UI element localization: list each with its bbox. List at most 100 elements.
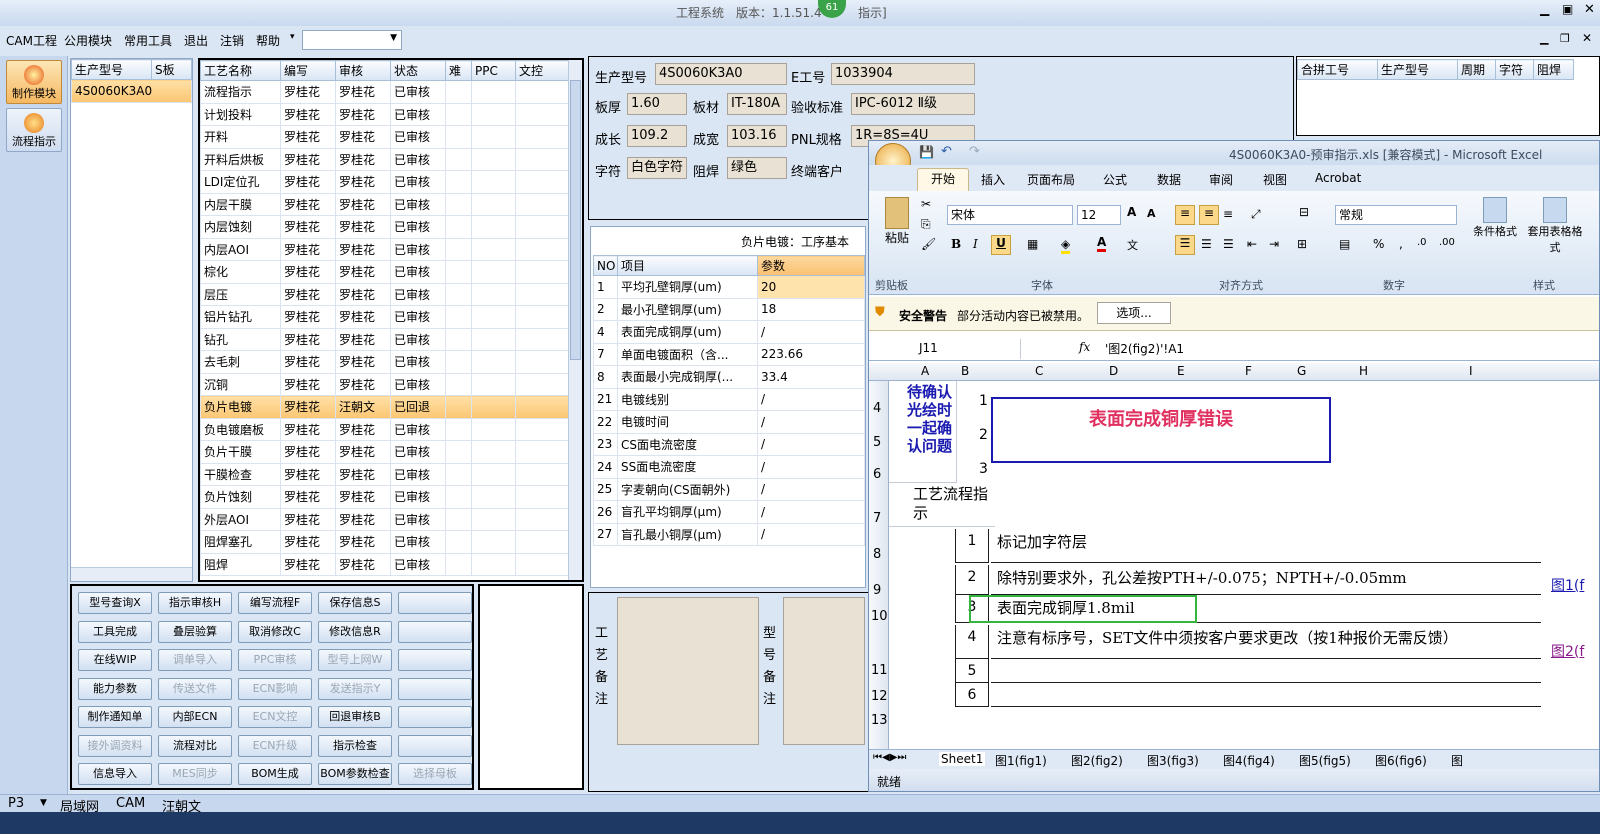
menu-logout[interactable]: 注销 xyxy=(220,32,244,49)
col-d[interactable]: D xyxy=(1109,364,1118,378)
step-text[interactable] xyxy=(991,683,1541,707)
char-field[interactable]: 白色字符 xyxy=(627,157,687,179)
step-number[interactable]: 1 xyxy=(955,529,989,563)
tab-review[interactable]: 审阅 xyxy=(1209,171,1233,188)
sheet-tab[interactable]: 图 xyxy=(1451,752,1463,769)
col-status[interactable]: 状态 xyxy=(390,60,446,81)
fill-color-icon[interactable]: ◈ xyxy=(1061,237,1071,254)
process-row[interactable]: 内层蚀刻 罗桂花 罗桂花 已审核 xyxy=(200,215,570,239)
step-text[interactable]: 标记加字符层 xyxy=(991,529,1541,563)
param-row[interactable]: 8 表面最小完成铜厚(... 33.4 xyxy=(593,365,865,389)
maximize-icon[interactable]: ▣ xyxy=(1562,2,1573,16)
cut-icon[interactable]: ✂ xyxy=(921,197,931,211)
col-s-board[interactable]: S板 xyxy=(151,59,192,80)
action-button[interactable]: 制作通知单 xyxy=(78,706,152,728)
sheet-tab[interactable]: 图6(fig6) xyxy=(1375,752,1427,769)
param-row[interactable]: 23 CS面电流密度 / xyxy=(593,432,865,456)
menu-more-icon[interactable]: ▾ xyxy=(290,32,295,42)
tab-view[interactable]: 视图 xyxy=(1263,171,1287,188)
align-top-icon[interactable]: ≡ xyxy=(1175,205,1195,225)
action-button[interactable]: ECN影响 xyxy=(238,677,312,700)
align-bottom-icon[interactable]: ≡ xyxy=(1223,207,1233,221)
action-button[interactable]: 修改信息R xyxy=(318,620,392,643)
row-10[interactable]: 10 xyxy=(871,609,888,624)
action-button[interactable]: 指示检查 xyxy=(318,734,392,757)
action-button[interactable]: 选择母板 xyxy=(398,763,472,785)
col-a[interactable]: A xyxy=(921,364,929,378)
orientation-icon[interactable]: ⤢ xyxy=(1251,207,1261,222)
nav-make-module[interactable]: 制作模块 xyxy=(6,60,62,104)
col-ppc[interactable]: PPC xyxy=(471,60,516,81)
sheet-tab[interactable]: 图5(fig5) xyxy=(1299,752,1351,769)
tab-insert[interactable]: 插入 xyxy=(981,171,1005,188)
confirm-cell[interactable]: 待确认光绘时一起确认问题 xyxy=(889,381,957,483)
step-number[interactable]: 5 xyxy=(955,659,989,683)
fx-icon[interactable]: fx xyxy=(1079,340,1090,354)
tab-home[interactable]: 开始 xyxy=(917,168,969,191)
action-button[interactable]: 编写流程F xyxy=(238,592,312,614)
security-options-button[interactable]: 选项... xyxy=(1097,302,1171,324)
tab-acrobat[interactable]: Acrobat xyxy=(1315,171,1361,185)
col-g[interactable]: G xyxy=(1297,364,1306,378)
action-button[interactable] xyxy=(398,706,472,728)
sheet-tab[interactable]: 图1(fig1) xyxy=(995,752,1047,769)
col-prod-model[interactable]: 生产型号 xyxy=(71,59,152,80)
sheet-tab[interactable]: 图4(fig4) xyxy=(1223,752,1275,769)
action-button[interactable]: 取消修改C xyxy=(238,620,312,643)
process-row[interactable]: 沉铜 罗桂花 罗桂花 已审核 xyxy=(200,372,570,396)
process-row[interactable]: 开料 罗桂花 罗桂花 已审核 xyxy=(200,125,570,149)
font-size-select[interactable]: 12 xyxy=(1077,205,1121,225)
action-button[interactable]: 型号查询X xyxy=(78,592,152,614)
comma-icon[interactable]: , xyxy=(1399,237,1403,251)
col-b[interactable]: B xyxy=(961,364,969,378)
sheet-tab[interactable]: 图2(fig2) xyxy=(1071,752,1123,769)
action-button[interactable]: 叠层验算 xyxy=(158,620,232,643)
row-5[interactable]: 5 xyxy=(873,435,881,450)
process-row[interactable]: 棕化 罗桂花 罗桂花 已审核 xyxy=(200,260,570,284)
action-button[interactable]: 流程对比 xyxy=(158,734,232,757)
param-row[interactable]: 24 SS面电流密度 / xyxy=(593,455,865,479)
action-button[interactable]: 调单导入 xyxy=(158,649,232,671)
col-merge-no[interactable]: 合拼工号 xyxy=(1297,59,1378,80)
col-merge-char[interactable]: 字符 xyxy=(1495,59,1534,80)
step-text[interactable]: 注意有标序号，SET文件中须按客户要求更改（按1种报价无需反馈） xyxy=(991,625,1541,659)
nav-flow-instruction[interactable]: 流程指示 xyxy=(6,108,62,152)
col-e[interactable]: E xyxy=(1177,364,1185,378)
minimize-icon[interactable]: ▁ xyxy=(1540,2,1549,16)
percent-icon[interactable]: % xyxy=(1373,237,1384,251)
sheet-nav-icon[interactable]: ⏮◀▶⏭ xyxy=(873,752,906,763)
italic-icon[interactable]: I xyxy=(973,237,978,251)
process-row[interactable]: 计划投料 罗桂花 罗桂花 已审核 xyxy=(200,102,570,126)
param-row[interactable]: 1 平均孔壁铜厚(um) 20 xyxy=(593,275,865,299)
shrink-font-icon[interactable]: A xyxy=(1147,207,1156,220)
step-number[interactable]: 6 xyxy=(955,683,989,707)
action-button[interactable] xyxy=(398,592,472,614)
undo-icon[interactable]: ↶ xyxy=(941,144,952,159)
process-row[interactable]: 阻焊塞孔 罗桂花 罗桂花 已审核 xyxy=(200,530,570,554)
row-12[interactable]: 12 xyxy=(871,689,888,704)
action-button[interactable]: 传送文件 xyxy=(158,677,232,700)
phonetic-icon[interactable]: 文 xyxy=(1127,237,1138,253)
format-painter-icon[interactable]: 🖌 xyxy=(921,237,936,251)
param-row[interactable]: 27 盲孔最小铜厚(μm) / xyxy=(593,522,865,546)
menu-tools[interactable]: 常用工具 xyxy=(124,32,172,49)
action-button[interactable]: 在线WIP xyxy=(78,649,152,671)
process-row[interactable]: 去毛刺 罗桂花 罗桂花 已审核 xyxy=(200,350,570,374)
grow-font-icon[interactable]: A xyxy=(1127,205,1136,219)
row-13[interactable]: 13 xyxy=(871,713,888,728)
param-row[interactable]: 7 单面电镀面积（含... 223.66 xyxy=(593,342,865,366)
process-row[interactable]: 负片蚀刻 罗桂花 罗桂花 已审核 xyxy=(200,485,570,509)
mdi-restore-icon[interactable]: ❐ xyxy=(1560,32,1570,45)
action-button[interactable]: PPC审核 xyxy=(238,649,312,671)
col-item[interactable]: 项目 xyxy=(617,255,758,276)
param-row[interactable]: 21 电镀线别 / xyxy=(593,387,865,411)
action-button[interactable]: 指示审核H xyxy=(158,592,232,614)
model-row[interactable]: 4S0060K3A0 xyxy=(71,79,192,103)
sheet-tab[interactable]: 图3(fig3) xyxy=(1147,752,1199,769)
mask-field[interactable]: 绿色 xyxy=(727,157,787,179)
action-button[interactable] xyxy=(398,734,472,757)
action-button[interactable]: 接外调资料 xyxy=(78,734,152,757)
model-list-hscroll[interactable] xyxy=(71,567,192,581)
decrease-decimal-icon[interactable]: .00 xyxy=(1439,237,1455,248)
font-name-select[interactable]: 宋体 xyxy=(947,205,1073,225)
